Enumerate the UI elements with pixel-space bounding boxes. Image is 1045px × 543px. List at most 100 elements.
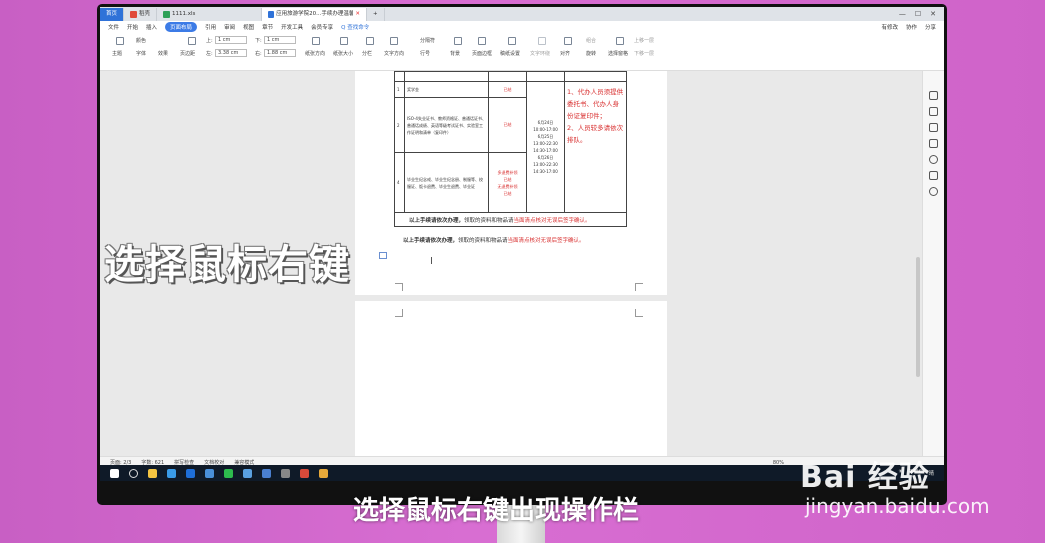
row-time: 6月24日 10:00-17:00 6月25日 13:00-22:30 14:3…: [526, 81, 565, 213]
menu-item-devtools[interactable]: 开发工具: [281, 23, 303, 31]
new-tab-button[interactable]: +: [367, 8, 385, 21]
collab-button[interactable]: 协作: [906, 23, 917, 31]
document-icon: [268, 11, 275, 18]
wps-icon[interactable]: [300, 468, 309, 478]
wechat-icon[interactable]: [224, 468, 233, 478]
menu-item-view[interactable]: 视图: [243, 23, 254, 31]
group-button[interactable]: 组合: [586, 37, 596, 44]
textdir-icon: [390, 37, 398, 45]
rotate-button[interactable]: 旋转: [586, 50, 596, 57]
row-item: ISO-4失业证书、教师资格证、普通话证书、普通话成绩、英语等级考试证书、实验室…: [404, 97, 489, 153]
help-icon[interactable]: [929, 155, 938, 164]
menu-item-insert[interactable]: 插入: [146, 23, 157, 31]
margin-mark: [635, 283, 643, 291]
settings-icon[interactable]: [929, 187, 938, 196]
send-backward-button[interactable]: 下移一层: [634, 50, 654, 57]
menu-item-member[interactable]: 会员专享: [311, 23, 333, 31]
left-label: 左:: [206, 51, 213, 57]
margin-mark: [395, 309, 403, 317]
maximize-icon[interactable]: ☐: [915, 10, 921, 18]
close-window-icon[interactable]: ✕: [930, 10, 936, 18]
edge-icon[interactable]: [186, 468, 195, 478]
menu-item-review[interactable]: 审阅: [224, 23, 235, 31]
columns-button[interactable]: 分栏: [362, 50, 372, 57]
select-pane-icon: [616, 37, 624, 45]
align-button[interactable]: 对齐: [560, 50, 570, 57]
effects-button[interactable]: 效果: [158, 50, 168, 57]
app-icon[interactable]: [262, 468, 271, 478]
border-button[interactable]: 页面边框: [472, 50, 492, 57]
tab-docer[interactable]: 稻壳: [124, 8, 158, 21]
draft-button[interactable]: 稿纸设置: [500, 50, 520, 57]
right-label: 右:: [255, 51, 262, 57]
tab-xls[interactable]: 1111.xls: [157, 8, 263, 21]
orientation-button[interactable]: 纸张方向: [305, 50, 325, 57]
row-fee: 多退费补领 已结 无退费补领 已结: [488, 152, 527, 213]
shape-icon[interactable]: [929, 139, 938, 148]
search-icon[interactable]: [129, 468, 138, 478]
menu-file[interactable]: 文件: [108, 23, 119, 31]
background-button[interactable]: 背景: [450, 50, 460, 57]
row-fee: 已结: [488, 81, 527, 98]
share-button[interactable]: 分享: [925, 23, 936, 31]
docer-icon: [130, 11, 138, 18]
colors-button[interactable]: 颜色: [136, 37, 146, 44]
table-note-row: 以上手续请依次办理，领取的资料和物品请当面清点核对无误后签字确认。: [394, 212, 627, 227]
top-margin-input[interactable]: 1 cm: [215, 36, 247, 44]
left-margin-input[interactable]: 3.38 cm: [215, 49, 247, 57]
app-icon[interactable]: [205, 468, 214, 478]
image-icon[interactable]: [929, 171, 938, 180]
browser-icon[interactable]: [167, 468, 176, 478]
menu-item-chapter[interactable]: 章节: [262, 23, 273, 31]
style-icon[interactable]: [929, 91, 938, 100]
paste-options-icon[interactable]: [379, 252, 387, 259]
row-item: 奖学金: [404, 81, 489, 98]
top-label: 上:: [206, 38, 213, 44]
bottom-margin-input[interactable]: 1 cm: [264, 36, 296, 44]
margin-button[interactable]: 页边距: [180, 50, 195, 57]
draft-icon: [508, 37, 516, 45]
tab-home[interactable]: 首页: [100, 8, 125, 21]
watermark-url: jingyan.baidu.com: [805, 494, 990, 518]
changes-button[interactable]: 有修改: [881, 23, 898, 31]
vertical-scrollbar-thumb[interactable]: [916, 257, 920, 377]
note-red: 当面清点核对无误后签字确认。: [507, 238, 585, 244]
folder-icon[interactable]: [148, 468, 157, 478]
menu-item-start[interactable]: 开始: [127, 23, 138, 31]
pen-icon[interactable]: [929, 107, 938, 116]
theme-button[interactable]: 主题: [112, 50, 122, 57]
select-pane-button[interactable]: 选择窗格: [608, 50, 628, 57]
size-icon: [340, 37, 348, 45]
search-command[interactable]: Q 查找命令: [341, 23, 369, 31]
textdir-button[interactable]: 文字方向: [384, 50, 404, 57]
note-red: 当面清点核对无误后签字确认。: [513, 217, 591, 224]
spreadsheet-icon: [163, 11, 171, 18]
border-icon: [478, 37, 486, 45]
linenum-button[interactable]: 行号: [420, 50, 430, 57]
tab-document[interactable]: 应用旅游学院20...手续办理温馨提示✕: [262, 8, 368, 21]
bring-forward-button[interactable]: 上移一层: [634, 37, 654, 44]
overlay-caption: 选择鼠标右键: [104, 242, 350, 288]
background-icon: [454, 37, 462, 45]
cursor-icon[interactable]: [929, 123, 938, 132]
sectbreak-button[interactable]: 分隔符: [420, 37, 435, 44]
note-bold: 以上手续请依次办理，: [409, 217, 465, 224]
bottom-note: 以上手续请依次办理，领取的资料和物品请当面清点核对无误后签字确认。: [403, 235, 633, 247]
menu-item-layout[interactable]: 页面布局: [165, 22, 198, 32]
windows-start-icon[interactable]: [110, 468, 119, 478]
app-icon[interactable]: [243, 468, 252, 478]
table-row: 1 奖学金 已结 6月24日 10:00-17:00 6月25日 13:00-2…: [394, 81, 627, 213]
wrap-button[interactable]: 文字环绕: [530, 50, 550, 57]
close-icon[interactable]: ✕: [355, 8, 360, 21]
page-1: 1 奖学金 已结 6月24日 10:00-17:00 6月25日 13:00-2…: [355, 71, 667, 295]
size-button[interactable]: 纸张大小: [333, 50, 353, 57]
align-icon: [564, 37, 572, 45]
minimize-icon[interactable]: —: [899, 10, 906, 18]
right-margin-input[interactable]: 1.88 cm: [264, 49, 296, 57]
app-icon[interactable]: [281, 468, 290, 478]
app-icon[interactable]: [319, 468, 328, 478]
font-button[interactable]: 字体: [136, 50, 146, 57]
note-bold: 以上手续请依次办理，: [403, 238, 459, 244]
ribbon: 主题 颜色 字体 效果 页边距 上: 1 cm 下: 1 cm 左: 3.38 …: [100, 33, 944, 71]
menu-item-reference[interactable]: 引用: [205, 23, 216, 31]
